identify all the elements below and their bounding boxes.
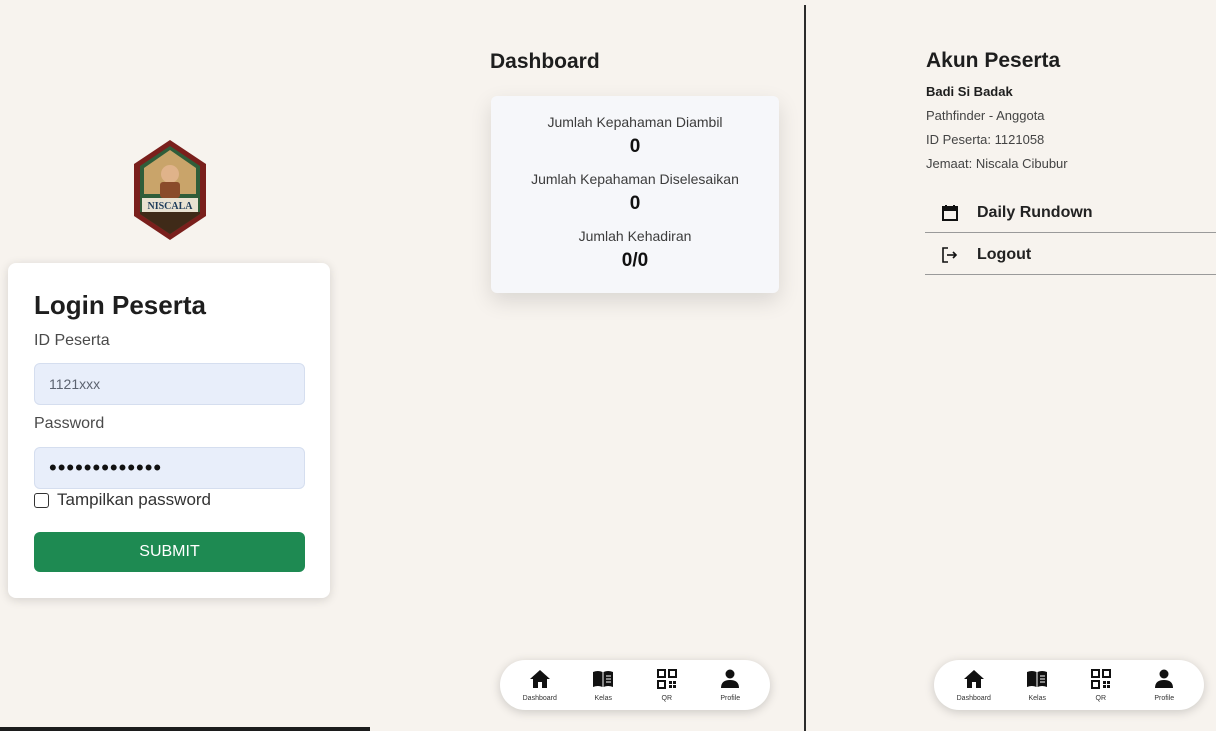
login-card: Login Peserta ID Peserta 1121xxx Passwor… [8,263,330,598]
stats-card: Jumlah Kepahaman Diambil 0 Jumlah Kepaha… [491,96,779,293]
profile-role: Pathfinder - Anggota [926,108,1045,123]
nav-label-qr: QR [1095,695,1107,702]
nav-item-kelas[interactable]: Kelas [575,668,631,702]
submit-button[interactable]: SUBMIT [34,532,305,572]
home-icon [963,668,985,690]
bottom-edge-bar [0,727,370,731]
stat-label-attendance: Jumlah Kehadiran [578,228,692,244]
nav-item-dashboard[interactable]: Dashboard [512,668,568,702]
show-password-label: Tampilkan password [57,490,212,509]
stat-value-attendance: 0/0 [621,250,649,271]
nav-item-kelas[interactable]: Kelas [1009,668,1065,702]
qr-icon [656,668,678,690]
password-input[interactable]: ••••••••••••• [34,447,305,489]
logout-icon [941,246,959,264]
book-icon [592,668,614,690]
password-label: Password [34,415,105,432]
login-title: Login Peserta [34,290,206,320]
nav-label-dashboard: Dashboard [956,695,991,702]
person-icon [1153,668,1175,690]
nav-label-qr: QR [661,695,673,702]
stat-label-taken: Jumlah Kepahaman Diambil [547,114,723,130]
dashboard-screen: Dashboard Jumlah Kepahaman Diambil 0 Jum… [466,0,804,731]
nav-label-profile: Profile [720,695,741,702]
home-icon [529,668,551,690]
menu-label-logout: Logout [977,245,1032,263]
profile-screen: Akun Peserta Badi Si Badak Pathfinder - … [806,0,1216,731]
profile-title: Akun Peserta [926,49,1061,72]
menu-label-daily-rundown: Daily Rundown [977,203,1093,221]
stat-label-completed: Jumlah Kepahaman Diselesaikan [531,171,739,187]
bottom-nav: Dashboard Kelas QR Profile [500,660,770,710]
nav-label-kelas: Kelas [594,695,612,702]
svg-text:NISCALA: NISCALA [147,201,193,212]
dashboard-title: Dashboard [490,50,600,73]
bottom-nav: Dashboard Kelas QR Profile [934,660,1204,710]
id-peserta-input[interactable]: 1121xxx [34,363,305,405]
calendar-icon [941,204,959,222]
person-icon [719,668,741,690]
nav-label-profile: Profile [1154,695,1175,702]
nav-label-kelas: Kelas [1028,695,1046,702]
nav-item-profile[interactable]: Profile [702,668,758,702]
profile-church: Jemaat: Niscala Cibubur [926,156,1068,171]
nav-item-qr[interactable]: QR [1073,668,1129,702]
profile-name: Badi Si Badak [926,84,1013,99]
book-icon [1026,668,1048,690]
profile-id: ID Peserta: 1121058 [926,132,1045,147]
id-peserta-value: 1121xxx [49,376,101,392]
login-screen: NISCALA Login Peserta ID Peserta 1121xxx… [0,0,370,731]
show-password-row[interactable]: Tampilkan password [34,490,211,510]
menu-item-logout[interactable]: Logout [925,235,1216,275]
password-value: ••••••••••••• [49,455,163,480]
niscala-logo: NISCALA [130,138,210,242]
nav-item-dashboard[interactable]: Dashboard [946,668,1002,702]
stat-value-completed: 0 [629,193,641,214]
nav-item-qr[interactable]: QR [639,668,695,702]
menu-item-daily-rundown[interactable]: Daily Rundown [925,193,1216,233]
id-peserta-label: ID Peserta [34,332,110,349]
stat-value-taken: 0 [629,136,641,157]
show-password-checkbox[interactable] [34,492,49,508]
nav-item-profile[interactable]: Profile [1136,668,1192,702]
qr-icon [1090,668,1112,690]
nav-label-dashboard: Dashboard [522,695,557,702]
